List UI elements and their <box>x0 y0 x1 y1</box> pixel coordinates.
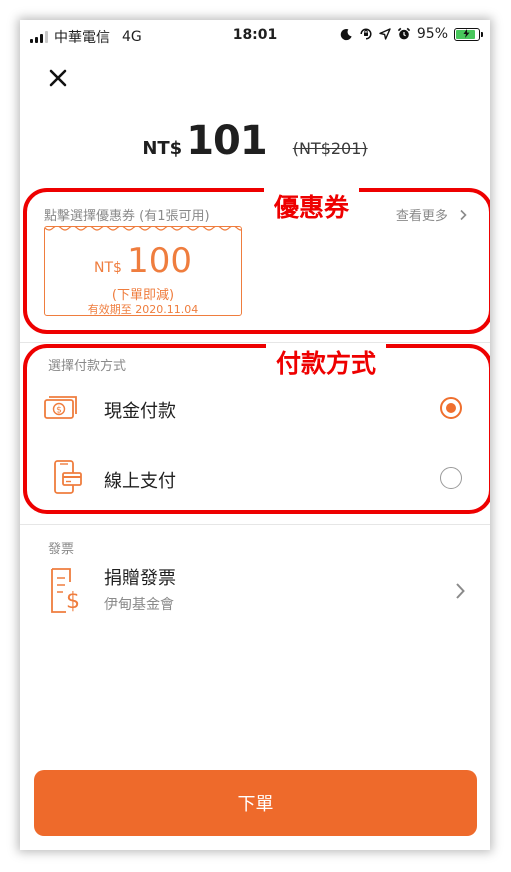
price-currency: NT$ <box>142 138 183 159</box>
price-amount: 101 <box>186 118 267 164</box>
location-arrow-icon <box>379 28 391 40</box>
invoice-subtitle: 伊甸基金會 <box>104 597 174 613</box>
invoice-section-title: 發票 <box>48 542 75 557</box>
phone-screen: 中華電信 4G 18:01 95% NT$ 101 (NT$201) 點擊選擇優… <box>20 20 490 850</box>
invoice-option[interactable]: $ 捐贈發票 伊甸基金會 <box>20 560 490 626</box>
alarm-icon <box>397 27 411 40</box>
invoice-icon: $ <box>51 568 80 614</box>
svg-text:$: $ <box>66 589 80 614</box>
place-order-button[interactable]: 下單 <box>34 770 477 836</box>
section-divider <box>20 342 490 343</box>
moon-icon <box>340 28 352 40</box>
original-price: (NT$201) <box>292 139 368 158</box>
battery-icon <box>454 27 483 41</box>
payment-annotation-label: 付款方式 <box>266 344 387 380</box>
status-bar: 中華電信 4G 18:01 95% <box>20 20 490 52</box>
invoice-title: 捐贈發票 <box>104 568 176 589</box>
battery-percentage: 95% <box>416 26 448 42</box>
close-icon[interactable] <box>46 66 70 90</box>
price-summary: NT$ 101 (NT$201) <box>20 118 490 164</box>
payment-highlight-box <box>23 344 490 514</box>
coupon-highlight-box <box>23 188 490 334</box>
rotation-lock-icon <box>360 28 372 40</box>
coupon-annotation-label: 優惠券 <box>264 188 360 224</box>
section-divider <box>20 524 490 525</box>
chevron-right-icon <box>456 583 465 599</box>
status-right: 95% <box>340 26 483 42</box>
